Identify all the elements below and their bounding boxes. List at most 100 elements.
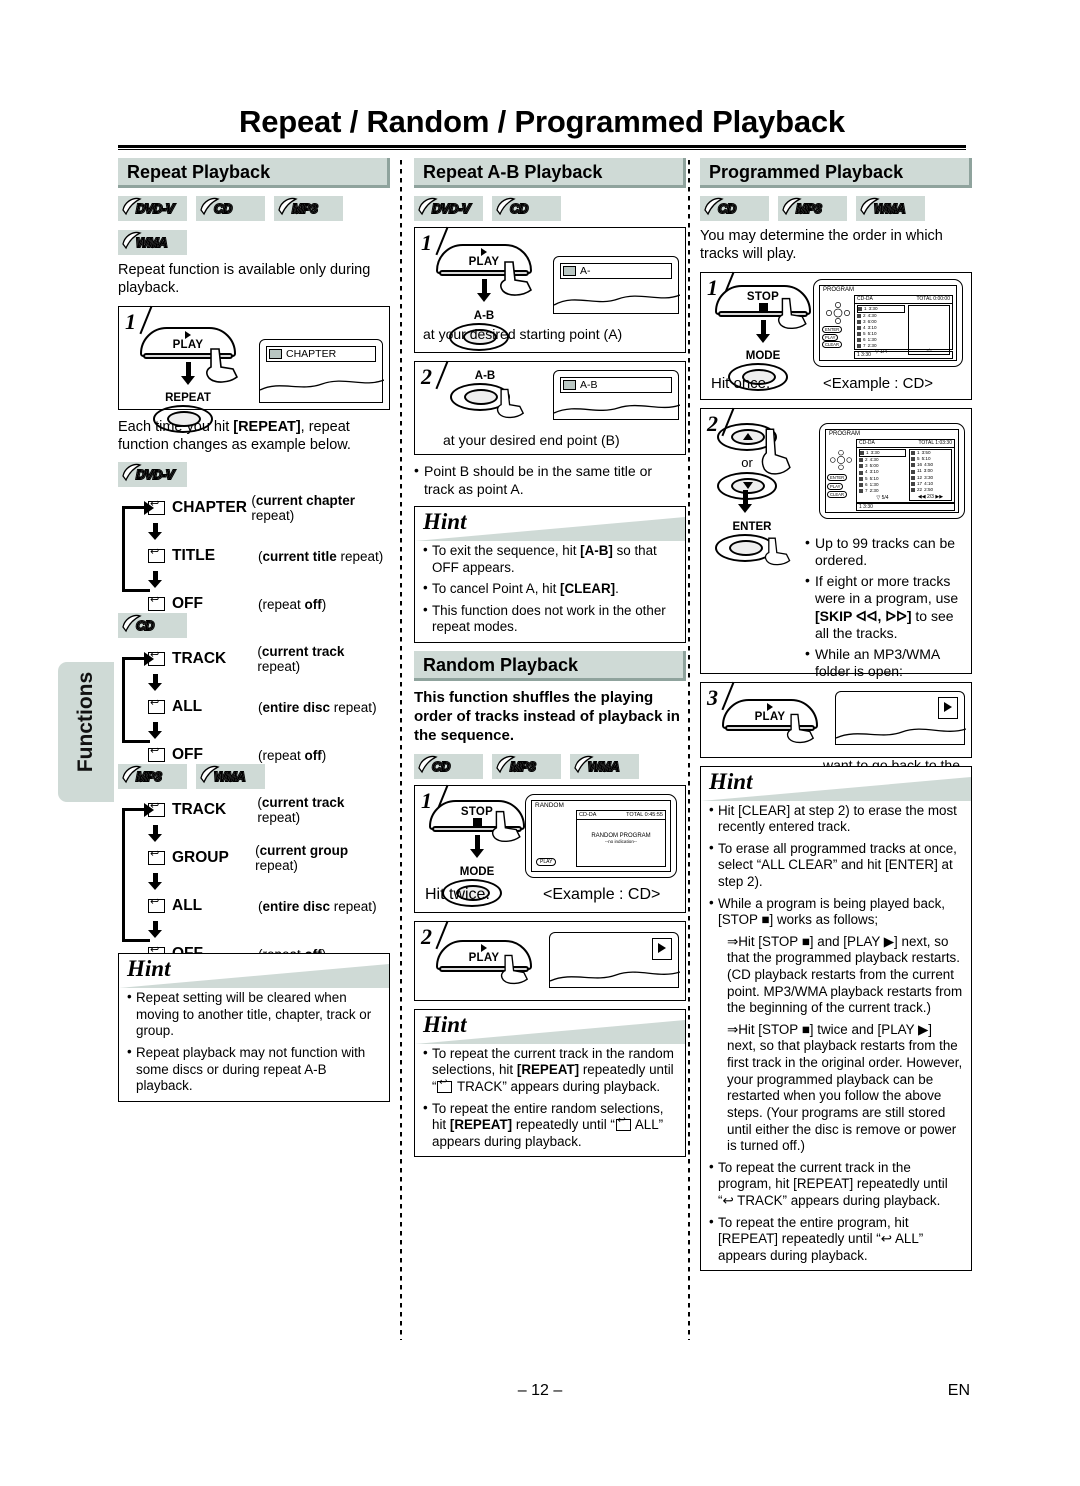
hand-icon	[786, 713, 815, 743]
hint-header: Hint	[701, 767, 971, 801]
flow-item: ALL (entire disc repeat)	[122, 692, 390, 722]
dpad-icon	[829, 449, 853, 470]
side-tab-functions: Functions	[58, 662, 114, 802]
repeat-icon	[148, 895, 165, 914]
hint-header: Hint	[415, 507, 685, 541]
osd-mode-label: PROGRAM	[823, 286, 855, 293]
hint-item: Repeat setting will be cleared when movi…	[127, 989, 382, 1040]
step-example-label: <Example : CD>	[543, 885, 661, 903]
badge-cd: CD CD	[492, 196, 561, 221]
osd-text: A-	[580, 265, 591, 277]
column-divider-2	[688, 160, 690, 1340]
hint-list: Repeat setting will be cleared when movi…	[119, 989, 389, 1095]
section-heading-repeat-playback: Repeat Playback	[118, 158, 390, 188]
repeat-icon	[148, 497, 165, 516]
hand-icon	[777, 297, 807, 329]
note-item: While an MP3/WMA folder is open:	[805, 645, 965, 681]
osd-screen-play	[549, 931, 680, 988]
osd-track-list[interactable]: 1 3:30 2 4:30 3 6:00 4 3:10 5 5:10 6 1:30 7 2:3…	[857, 304, 905, 355]
osd-status-bar: 1 3:30	[856, 502, 955, 511]
osd-disc-type: CD-DA	[859, 439, 875, 446]
page-number: – 12 –	[517, 1382, 563, 1399]
osd-soft-key-play[interactable]: PLAY	[822, 333, 839, 341]
hand-icon	[500, 954, 529, 984]
section-title: Repeat Playback	[127, 162, 271, 182]
osd-total-time: TOTAL 0:45:55	[626, 811, 663, 818]
tv-screen-program-1: PROGRAM CD-DA TOTAL 0:00:00 1 3:30 2 4:30 …	[813, 278, 963, 367]
hint-item: To cancel Point A, hit [CLEAR].	[423, 580, 678, 598]
repeat-icon	[148, 799, 165, 818]
osd-soft-key-enter[interactable]: ENTER	[822, 325, 843, 333]
step-caption: Hit twice.	[425, 885, 490, 903]
flow-item: GROUP (current group repeat)	[122, 843, 390, 873]
hint-list: To exit the sequence, hit [A-B] so that …	[415, 542, 685, 636]
osd-soft-key-clear[interactable]: CLEAR	[822, 340, 842, 348]
osd-soft-key-play[interactable]: PLAY	[536, 857, 557, 866]
osd-status-bar: 1 3:30	[854, 350, 953, 359]
repeat-icon	[148, 847, 165, 866]
step-panel-prog-3: 3 PLAY	[700, 681, 972, 758]
step-example-label: <Example : CD>	[823, 374, 934, 392]
hint-item: ⇒Hit [STOP ■] twice and [PLAY ▶] next, s…	[727, 1021, 963, 1154]
osd-center-line2: --no indication--	[605, 838, 637, 844]
mode-button-label: MODE	[459, 865, 495, 878]
osd-mode-label: RANDOM	[535, 801, 564, 809]
osd-soft-key-play[interactable]: PLAY	[827, 482, 844, 490]
hint-item: While a program is being played back, [S…	[709, 895, 964, 929]
hint-title: Hint	[423, 509, 467, 534]
badge-wma: WMA WMA	[856, 196, 925, 221]
osd-screen-ab: A-B	[553, 370, 680, 420]
osd-disc-type: CD-DA	[579, 811, 597, 818]
badge-cd: CD CD	[700, 196, 769, 221]
arrow-down-icon	[122, 921, 390, 939]
play-icon	[652, 937, 672, 960]
language-code: EN	[947, 1382, 970, 1399]
osd-soft-key-enter[interactable]: ENTER	[827, 473, 848, 481]
flow-item: TRACK (current track repeat)	[122, 644, 390, 674]
flow-mp3-wma: TRACK (current track repeat) GROUP (curr…	[122, 795, 390, 962]
ab-note: Point B should be in the same title or t…	[414, 462, 686, 498]
flow-item: ALL (entire disc repeat)	[122, 891, 390, 921]
hint-item: To repeat the entire random selections, …	[423, 1100, 678, 1151]
step-panel-random-2: 2 PLAY	[414, 920, 686, 1001]
hand-icon	[761, 428, 791, 475]
hand-icon	[764, 537, 791, 565]
column-divider-1	[400, 160, 402, 1340]
hint-item: To exit the sequence, hit [A-B] so that …	[423, 542, 678, 576]
osd-soft-key-clear[interactable]: CLEAR	[827, 490, 847, 498]
dpad-icon	[825, 301, 851, 324]
hint-box-programmed: Hint Hit [CLEAR] at step 2) to erase the…	[700, 765, 972, 1272]
hint-item: To erase all programmed tracks at once, …	[709, 840, 964, 891]
page-header: Repeat / Random / Programmed Playback	[118, 104, 966, 150]
step-caption: at your desired starting point (A)	[423, 326, 623, 342]
osd-text: A-B	[580, 379, 598, 391]
osd-wave	[554, 404, 680, 414]
hint-item: This function does not work in the other…	[423, 602, 678, 636]
osd-track-list[interactable]: 1 3:30 2 4:30 3 5:00 4 3:10 5 5:10 6 1:30 7 2:3…	[859, 448, 906, 501]
osd-program-list[interactable]: 1 3:50 5 5:10 16 4:50 11 3:00 12 3:30 17 4:10 …	[909, 448, 952, 501]
badge-mp3: MP3 MP3	[492, 753, 561, 779]
hand-icon	[206, 347, 239, 383]
osd-wave	[260, 378, 384, 391]
arrow-down-icon	[122, 722, 390, 740]
section-title: Programmed Playback	[709, 162, 904, 182]
osd-page-right: 2/3	[927, 493, 934, 500]
flow-item: TRACK (current track repeat)	[122, 795, 390, 825]
ab-note-list: Point B should be in the same title or t…	[414, 462, 686, 498]
hint-box-ab: Hint To exit the sequence, hit [A-B] so …	[414, 506, 686, 644]
badge-cd: CD CD	[414, 753, 483, 779]
osd-total-time: TOTAL 0:00:00	[916, 295, 950, 302]
repeat-icon	[148, 696, 165, 715]
arrow-down-icon	[725, 489, 765, 513]
step-caption: Hit once.	[711, 374, 771, 392]
osd-mode-label: PROGRAM	[829, 430, 861, 437]
hint-item: Repeat playback may not function with so…	[127, 1044, 382, 1095]
section-heading-programmed: Programmed Playback	[700, 158, 972, 188]
repeat-icon	[437, 1077, 453, 1093]
repeat-button-label: REPEAT	[165, 392, 211, 405]
osd-bar: CHAPTER	[266, 345, 376, 362]
osd-wave	[836, 727, 966, 739]
section-title: Random Playback	[423, 655, 579, 676]
hint-list: To repeat the current track in the rando…	[415, 1045, 685, 1151]
format-badges-random: CD CD MP3 MP3 WMA WMA	[414, 753, 686, 779]
